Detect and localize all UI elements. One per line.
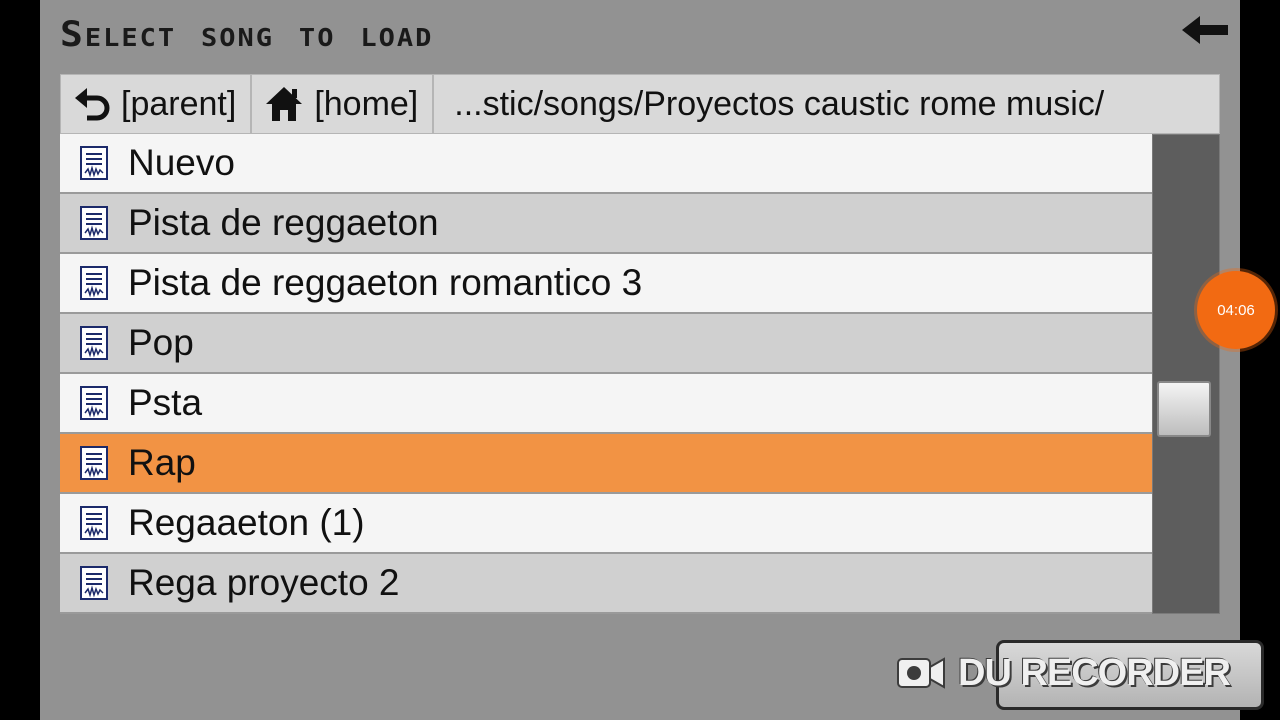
song-file-icon — [80, 326, 108, 360]
song-file-icon — [80, 266, 108, 300]
file-name: Psta — [128, 382, 203, 423]
file-row[interactable]: Pista de reggaeton — [60, 194, 1152, 254]
back-arrow-icon[interactable] — [1182, 12, 1230, 48]
home-button[interactable]: [home] — [252, 75, 435, 133]
parent-label: [parent] — [121, 84, 237, 123]
scrollbar[interactable] — [1152, 134, 1220, 614]
watermark-text: DU RECORDER — [958, 651, 1231, 694]
scrollbar-thumb[interactable] — [1157, 381, 1211, 437]
file-row[interactable]: Nuevo — [60, 134, 1152, 194]
song-file-icon — [80, 386, 108, 420]
file-name: Pista de reggaeton romantico 3 — [128, 262, 643, 303]
file-name: Regaaeton (1) — [128, 502, 365, 543]
file-row[interactable]: Rega proyecto 2 — [60, 554, 1152, 614]
song-file-icon — [80, 146, 108, 180]
file-row[interactable]: Regaaeton (1) — [60, 494, 1152, 554]
current-path: ...stic/songs/Proyectos caustic rome mus… — [454, 84, 1105, 123]
song-file-icon — [80, 206, 108, 240]
home-icon — [266, 87, 303, 121]
file-name: Rap — [128, 442, 196, 483]
song-file-icon — [80, 446, 108, 480]
file-row[interactable]: Pop — [60, 314, 1152, 374]
file-row[interactable]: Rap — [60, 434, 1152, 494]
file-name: Pista de reggaeton — [128, 202, 439, 243]
parent-button[interactable]: [parent] — [61, 75, 253, 133]
file-row[interactable]: Pista de reggaeton romantico 3 — [60, 254, 1152, 314]
undo-arrow-icon — [75, 88, 110, 121]
load-song-dialog: Select song to load [parent] [home] ...s… — [40, 0, 1264, 720]
file-name: Nuevo — [128, 142, 235, 183]
dialog-title: Select song to load — [60, 14, 434, 55]
recorder-watermark: DU RECORDER — [896, 648, 1231, 698]
song-file-icon — [80, 506, 108, 540]
song-file-icon — [80, 566, 108, 600]
file-list: Nuevo Pista de reggaeton Pista de reggaeto… — [60, 134, 1152, 614]
recording-timer[interactable]: 04:06 — [1197, 271, 1275, 349]
video-camera-icon — [897, 657, 945, 689]
file-row[interactable]: Psta — [60, 374, 1152, 434]
file-name: Pop — [128, 322, 194, 363]
file-name: Rega proyecto 2 — [128, 562, 400, 603]
path-bar: [parent] [home] ...stic/songs/Proyectos … — [60, 74, 1220, 134]
home-label: [home] — [314, 84, 419, 123]
